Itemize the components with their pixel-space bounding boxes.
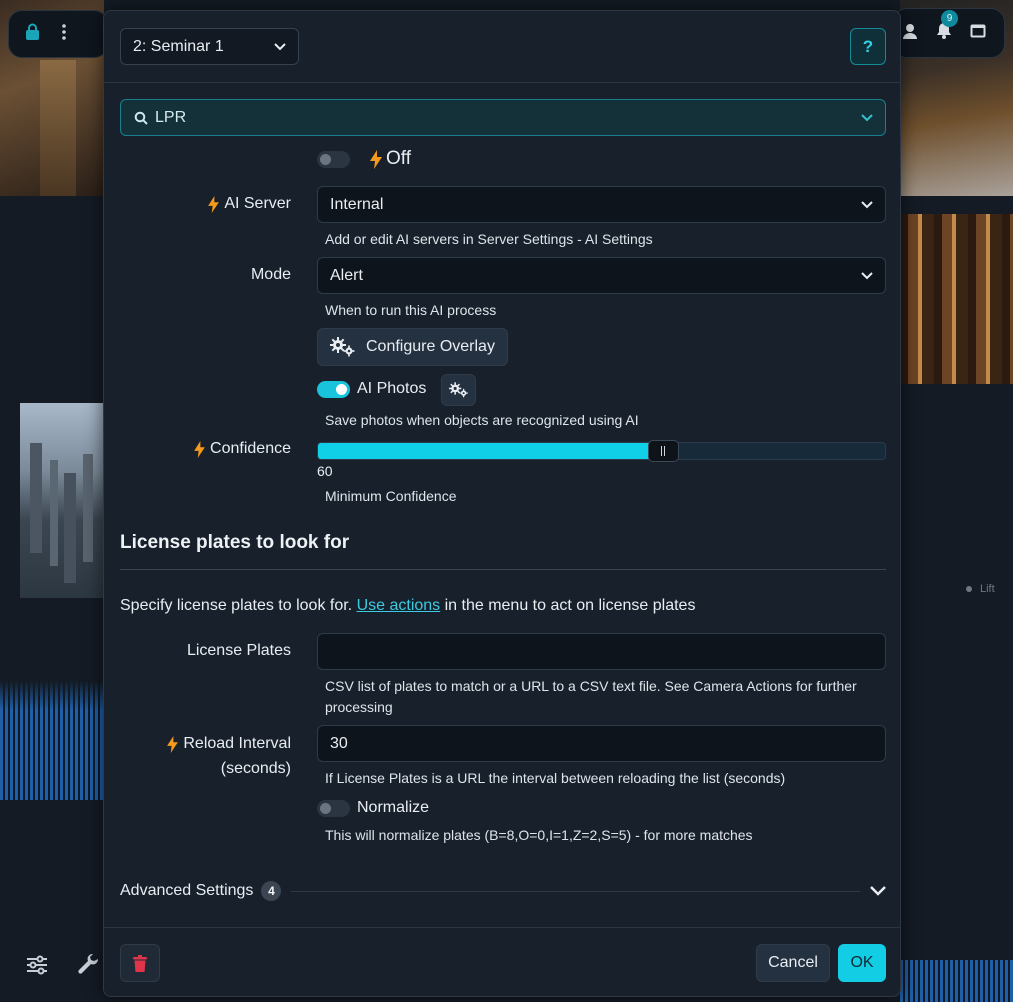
wrench-icon[interactable] <box>78 953 100 981</box>
ai-server-select[interactable]: Internal <box>317 186 886 223</box>
lpr-enable-label: Off <box>386 148 411 169</box>
chevron-down-icon <box>861 113 873 121</box>
delete-button[interactable] <box>120 944 160 982</box>
mode-select[interactable]: Alert <box>317 257 886 294</box>
bolt-icon <box>194 440 205 458</box>
notifications-button[interactable]: 9 <box>936 10 958 44</box>
ai-photos-label: AI Photos <box>357 380 427 397</box>
activity-graph-right <box>900 960 1013 1002</box>
mode-value: Alert <box>330 266 363 284</box>
camera-select-value: 2: Seminar 1 <box>133 37 224 55</box>
ai-photos-toggle[interactable] <box>317 381 350 398</box>
bolt-icon <box>370 149 382 169</box>
license-plates-help-line-2: processing <box>325 699 393 715</box>
license-plates-label: License Plates <box>186 642 291 659</box>
bolt-icon <box>208 195 220 213</box>
confidence-label: Confidence <box>210 440 291 457</box>
help-button[interactable]: ? <box>850 28 886 65</box>
more-vertical-icon[interactable] <box>62 23 66 45</box>
confidence-slider-handle[interactable] <box>647 440 679 462</box>
confidence-help: Minimum Confidence <box>325 488 457 504</box>
reload-interval-input[interactable]: 30 <box>317 725 886 762</box>
chevron-down-icon <box>861 200 873 208</box>
lift-label: Lift <box>980 583 995 595</box>
camera-tile-mid-right[interactable] <box>900 214 1013 384</box>
license-plates-input[interactable] <box>317 633 886 670</box>
ai-server-label-row: AI Server <box>208 195 291 213</box>
mode-label: Mode <box>250 266 291 283</box>
ai-photos-settings-button[interactable] <box>441 374 476 406</box>
section-select-value: LPR <box>155 108 187 126</box>
legend-dot-icon <box>966 586 972 592</box>
plates-description-text-end: in the menu to act on license plates <box>440 597 696 614</box>
section-select[interactable]: LPR <box>120 99 886 136</box>
bottom-left-toolbar <box>26 953 100 981</box>
activity-graph-left <box>0 680 104 800</box>
gears-icon <box>330 337 355 357</box>
mode-help: When to run this AI process <box>325 302 497 318</box>
top-right-toolbar: 9 <box>893 8 1005 58</box>
search-icon <box>134 111 148 125</box>
reload-interval-label-row: Reload Interval <box>167 735 291 753</box>
ai-server-value: Internal <box>330 195 384 213</box>
dialog-header: 2: Seminar 1 ? <box>104 11 900 83</box>
confidence-value: 60 <box>317 463 333 479</box>
advanced-settings-divider <box>291 890 860 892</box>
section-divider <box>120 569 886 570</box>
chevron-down-icon <box>870 886 886 896</box>
camera-tile-city[interactable] <box>20 403 104 598</box>
confidence-slider-fill <box>318 443 656 459</box>
license-plates-help-line-1: CSV list of plates to match or a URL to … <box>325 678 857 694</box>
cancel-button[interactable]: Cancel <box>756 944 830 982</box>
bolt-icon <box>167 735 179 753</box>
reload-interval-help: If License Plates is a URL the interval … <box>325 770 786 786</box>
chevron-down-icon <box>274 42 286 50</box>
chevron-down-icon <box>861 271 873 279</box>
lpr-enable-toggle[interactable] <box>317 151 350 168</box>
configure-overlay-button[interactable]: Configure Overlay <box>317 328 508 366</box>
window-icon[interactable] <box>970 24 986 43</box>
camera-select[interactable]: 2: Seminar 1 <box>120 28 299 65</box>
ai-server-label: AI Server <box>224 195 291 212</box>
dialog-footer: Cancel OK <box>104 927 900 997</box>
reload-interval-unit-label: (seconds) <box>220 760 291 777</box>
reload-interval-label: Reload Interval <box>183 735 291 752</box>
normalize-label: Normalize <box>357 799 430 816</box>
ok-button[interactable]: OK <box>838 944 886 982</box>
gears-icon <box>448 382 468 398</box>
sliders-icon[interactable] <box>26 955 48 980</box>
advanced-settings-count-badge: 4 <box>261 881 282 901</box>
advanced-settings-toggle[interactable]: Advanced Settings 4 <box>120 879 886 903</box>
lift-legend: Lift <box>966 583 995 595</box>
ai-server-help: Add or edit AI servers in Server Setting… <box>325 231 653 247</box>
trash-icon <box>133 954 147 972</box>
user-icon[interactable] <box>902 23 918 44</box>
normalize-toggle[interactable] <box>317 800 350 817</box>
notification-count-badge: 9 <box>941 10 958 27</box>
section-heading: License plates to look for <box>120 532 350 553</box>
configure-overlay-label: Configure Overlay <box>366 338 495 355</box>
confidence-label-row: Confidence <box>194 440 291 458</box>
lpr-enable-status: Off <box>370 148 411 170</box>
normalize-help: This will normalize plates (B=8,O=0,I=1,… <box>325 827 753 843</box>
lock-icon[interactable] <box>25 23 40 45</box>
plates-description: Specify license plates to look for. Use … <box>120 597 695 615</box>
ai-photos-help: Save photos when objects are recognized … <box>325 412 639 428</box>
plates-description-text: Specify license plates to look for. <box>120 597 357 614</box>
camera-settings-dialog: 2: Seminar 1 ? LPR Off AI Server Interna… <box>103 10 901 997</box>
advanced-settings-label: Advanced Settings <box>120 882 254 899</box>
use-actions-link[interactable]: Use actions <box>357 597 441 614</box>
top-left-toolbar <box>8 10 108 58</box>
confidence-slider[interactable] <box>317 440 886 462</box>
